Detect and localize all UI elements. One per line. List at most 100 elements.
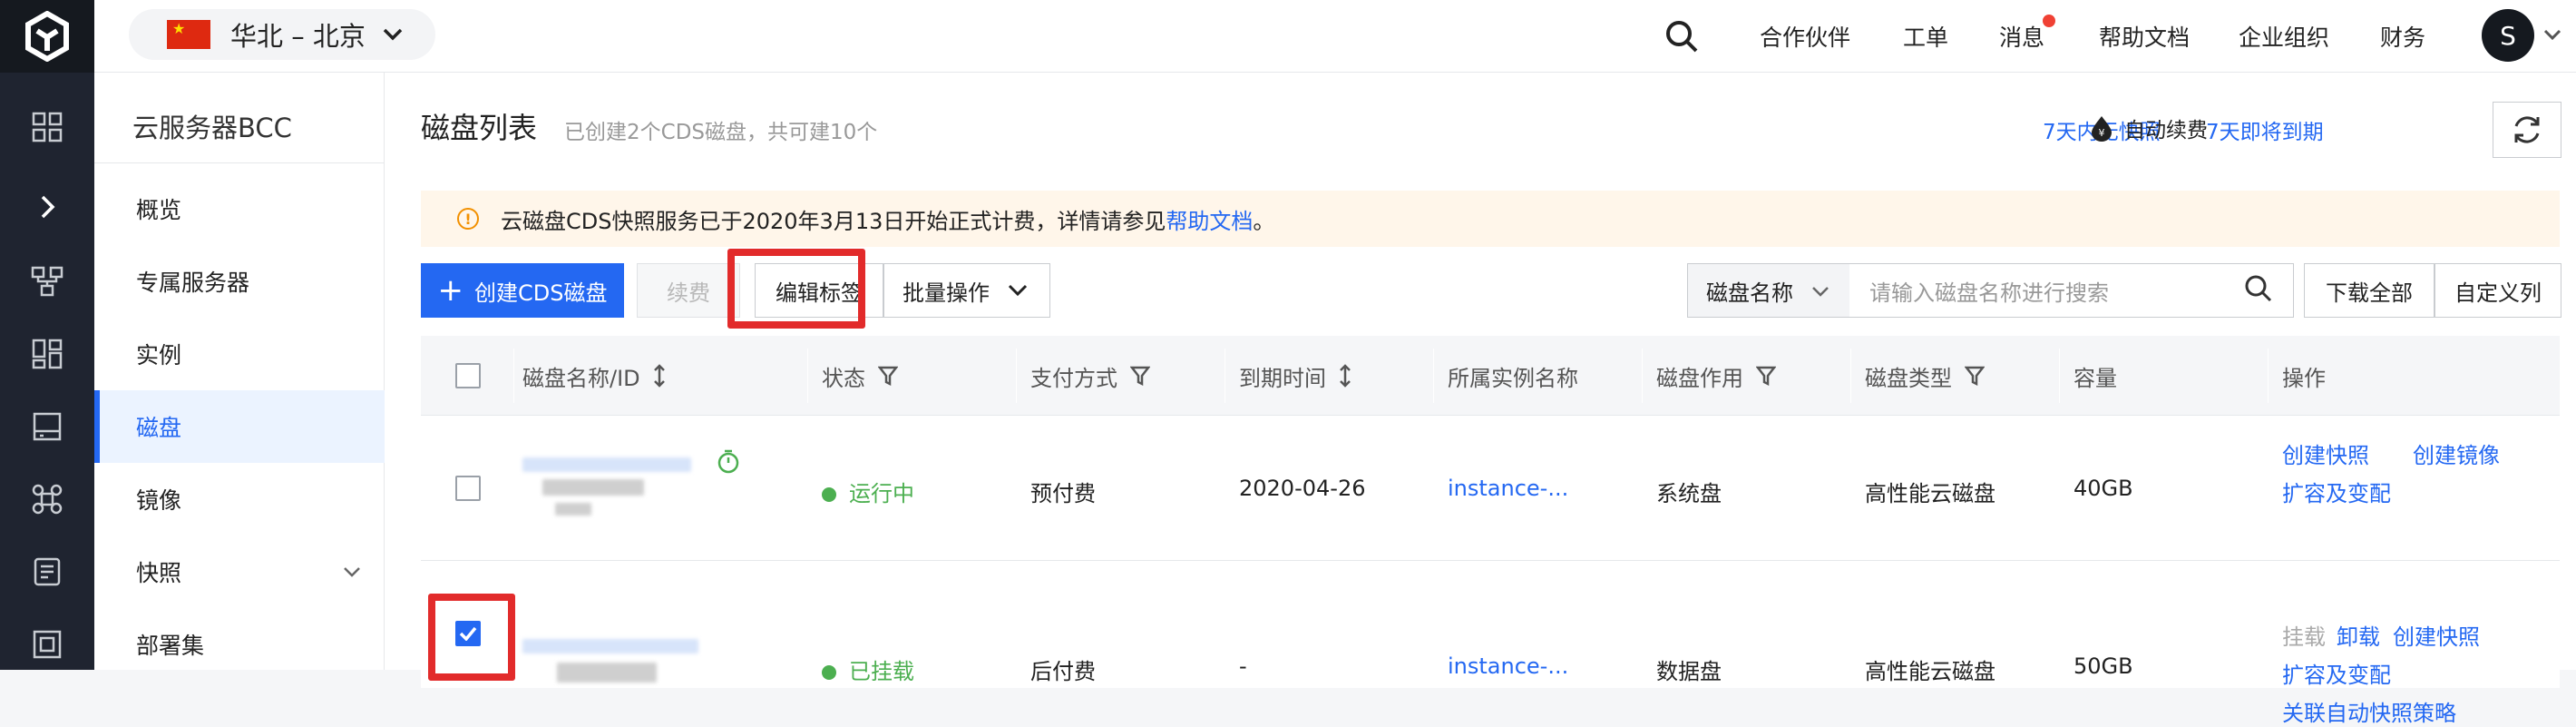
disk-name-redacted[interactable] <box>522 639 698 653</box>
notice-help-link[interactable]: 帮助文档 <box>1166 203 1253 235</box>
select-all-checkbox[interactable] <box>455 363 481 388</box>
warning-icon: ! <box>457 208 479 230</box>
disk-name-redacted[interactable] <box>522 457 691 472</box>
network-icon[interactable] <box>0 245 94 318</box>
filter-icon[interactable] <box>1130 365 1150 387</box>
sidebar: 云服务器BCC 概览 专属服务器 实例 磁盘 镜像 快照 部署集 <box>94 73 385 670</box>
header-expiry[interactable]: 到期时间 <box>1239 336 1351 416</box>
highlight-box <box>428 594 515 681</box>
table-row: 已挂载 后付费 - instance-... 数据盘 高性能云磁盘 50GB 挂… <box>421 561 2560 726</box>
nav-messages[interactable]: 消息 <box>1999 0 2044 73</box>
logo-icon[interactable] <box>0 0 94 73</box>
chevron-down-icon <box>344 567 360 577</box>
refresh-icon <box>2514 116 2540 143</box>
server-icon[interactable] <box>0 608 94 681</box>
storage-icon[interactable] <box>0 390 94 463</box>
auto-renew-label: 自动续费 <box>2124 119 2208 142</box>
nav-tickets[interactable]: 工单 <box>1903 0 1948 73</box>
timer-icon <box>717 449 739 474</box>
document-list-icon[interactable] <box>0 535 94 608</box>
header-type-label: 磁盘类型 <box>1865 365 1952 391</box>
instance-link[interactable]: instance-... <box>1448 476 1568 501</box>
sidebar-item-overview[interactable]: 概览 <box>94 172 385 245</box>
search-input[interactable]: 请输入磁盘名称进行搜索 <box>1849 263 2294 318</box>
sort-icon[interactable] <box>1339 363 1351 388</box>
resize-action[interactable]: 扩容及变配 <box>2282 657 2391 689</box>
message-badge <box>2043 15 2055 27</box>
top-bar: 华北 – 北京 合作伙伴 工单 消息 帮助文档 企业组织 财务 S <box>94 0 2576 73</box>
sidebar-item-disks[interactable]: 磁盘 <box>94 390 385 463</box>
create-snapshot-action[interactable]: 创建快照 <box>2282 437 2369 469</box>
create-snapshot-action[interactable]: 创建快照 <box>2393 619 2480 651</box>
avatar[interactable]: S <box>2482 9 2534 62</box>
header-name-label: 磁盘名称/ID <box>522 365 640 391</box>
disk-id-redacted <box>555 503 591 516</box>
header-status[interactable]: 状态 <box>822 336 898 416</box>
sort-icon[interactable] <box>653 363 666 388</box>
nav-finance[interactable]: 财务 <box>2380 0 2425 73</box>
payment-cell: 预付费 <box>1030 481 1096 506</box>
chevron-down-icon <box>1812 287 1829 297</box>
region-selector[interactable]: 华北 – 北京 <box>129 9 435 60</box>
header-actions: 操作 <box>2282 365 2326 391</box>
row-checkbox[interactable] <box>455 476 481 501</box>
download-all-button[interactable]: 下载全部 <box>2304 263 2435 318</box>
filter-icon[interactable] <box>1756 365 1776 387</box>
products-grid-icon[interactable] <box>0 91 94 163</box>
attach-action[interactable]: 挂载 <box>2282 619 2326 651</box>
region-label: 华北 – 北京 <box>230 21 366 52</box>
header-payment[interactable]: 支付方式 <box>1030 336 1150 416</box>
highlight-box <box>727 249 865 329</box>
divider <box>1433 349 1434 403</box>
notice-banner: ! 云磁盘CDS快照服务已于2020年3月13日开始正式计费，详情请参见 帮助文… <box>421 191 2560 247</box>
header-usage[interactable]: 磁盘作用 <box>1656 336 1776 416</box>
sidebar-item-snapshots[interactable]: 快照 <box>94 535 385 608</box>
detach-action[interactable]: 卸载 <box>2337 619 2380 651</box>
header-usage-label: 磁盘作用 <box>1656 365 1743 391</box>
chevron-down-icon[interactable] <box>2543 29 2561 42</box>
custom-columns-button[interactable]: 自定义列 <box>2435 263 2561 318</box>
sidebar-item-images[interactable]: 镜像 <box>94 463 385 535</box>
chevron-down-icon <box>1008 284 1028 297</box>
header-type[interactable]: 磁盘类型 <box>1865 336 1985 416</box>
auto-renew-button[interactable]: ¥ 自动续费 <box>2090 113 2208 143</box>
sidebar-title: 云服务器BCC <box>132 113 292 143</box>
instance-link[interactable]: instance-... <box>1448 653 1568 679</box>
svg-text:¥: ¥ <box>2099 127 2105 139</box>
expand-chevron-icon[interactable] <box>0 171 94 243</box>
filter-icon[interactable] <box>1965 365 1985 387</box>
divider <box>1850 349 1851 403</box>
search-icon[interactable] <box>2244 274 2273 307</box>
nav-partners[interactable]: 合作伙伴 <box>1760 0 1850 73</box>
divider <box>513 349 514 403</box>
notice-text: 云磁盘CDS快照服务已于2020年3月13日开始正式计费，详情请参见 <box>501 208 1166 234</box>
batch-operations-dropdown[interactable]: 批量操作 <box>883 263 1050 318</box>
header-status-label: 状态 <box>822 365 865 391</box>
search-field-select[interactable]: 磁盘名称 <box>1687 263 1850 318</box>
nav-help-docs[interactable]: 帮助文档 <box>2099 0 2190 73</box>
divider <box>2059 349 2060 403</box>
link-auto-snapshot-policy-action[interactable]: 关联自动快照策略 <box>2282 695 2456 727</box>
filter-icon[interactable] <box>878 365 898 387</box>
resize-action[interactable]: 扩容及变配 <box>2282 476 2391 507</box>
status-text: 已挂载 <box>849 659 914 684</box>
create-cds-disk-button[interactable]: + 创建CDS磁盘 <box>421 263 624 318</box>
batch-label: 批量操作 <box>903 280 990 306</box>
nav-org[interactable]: 企业组织 <box>2239 0 2329 73</box>
create-image-action[interactable]: 创建镜像 <box>2413 437 2500 469</box>
disk-id-redacted <box>542 479 644 496</box>
header-name[interactable]: 磁盘名称/ID <box>522 336 666 416</box>
sidebar-item-deployment-sets[interactable]: 部署集 <box>94 608 385 681</box>
table-row: 运行中 预付费 2020-04-26 instance-... 系统盘 高性能云… <box>421 416 2560 561</box>
china-flag-icon <box>167 20 210 49</box>
sidebar-item-dedicated-servers[interactable]: 专属服务器 <box>94 245 385 318</box>
icon-rail <box>0 0 94 670</box>
renew-button[interactable]: 续费 <box>637 263 740 318</box>
dashboard-icon[interactable] <box>0 318 94 390</box>
refresh-button[interactable] <box>2493 102 2561 158</box>
command-icon[interactable] <box>0 463 94 535</box>
search-field-label: 磁盘名称 <box>1706 280 1793 306</box>
sidebar-item-instances[interactable]: 实例 <box>94 318 385 390</box>
expiring-filter-link[interactable]: 7天即将到期 <box>2206 114 2324 145</box>
search-icon[interactable] <box>1664 0 1700 73</box>
